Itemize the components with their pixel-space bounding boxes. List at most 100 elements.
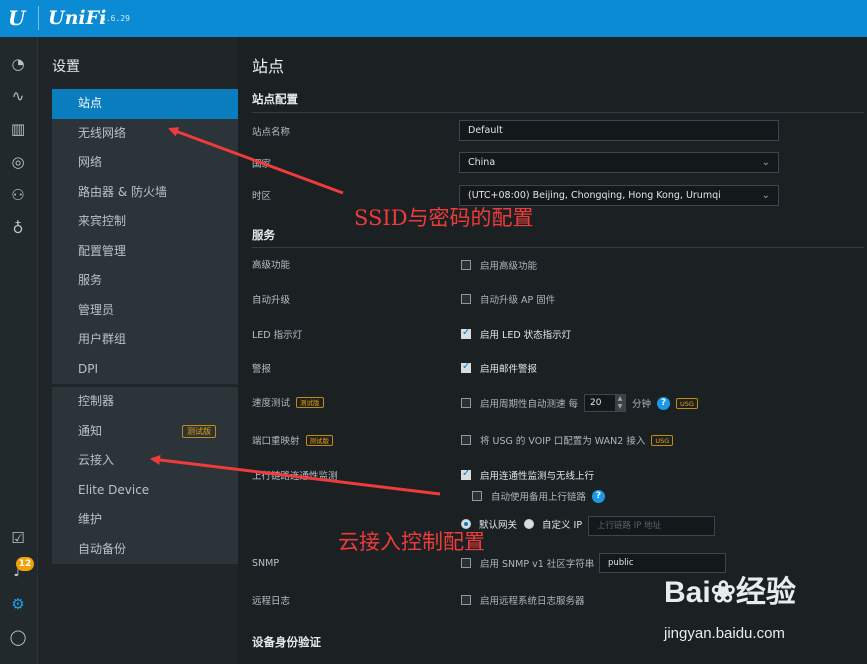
nav-item-notifications[interactable]: 通知 测试版: [52, 417, 238, 447]
nav-item-guest-control[interactable]: 来宾控制: [52, 207, 238, 237]
nav-item-routing-firewall[interactable]: 路由器 & 防火墙: [52, 178, 238, 208]
speedtest-checkbox[interactable]: [461, 398, 471, 408]
help-icon[interactable]: ?: [657, 396, 671, 410]
led-check-label: 启用 LED 状态指示灯: [480, 330, 572, 341]
topbar-divider: [38, 6, 39, 30]
beta-tag: 测试版: [182, 424, 216, 438]
country-value: China: [468, 157, 496, 168]
uplink-ip-input[interactable]: 上行链路 IP 地址: [588, 516, 715, 536]
help-icon[interactable]: ?: [592, 489, 606, 503]
section-title-services: 服务: [252, 228, 275, 242]
beta-tag: 测试版: [296, 396, 324, 408]
nav-item-auto-backup[interactable]: 自动备份: [52, 535, 238, 565]
nav-item-admins[interactable]: 管理员: [52, 296, 238, 326]
unifi-brand: UniFi: [48, 7, 107, 29]
clients-icon[interactable]: ⚇: [7, 184, 29, 206]
syslog-label: 远程日志: [252, 596, 291, 607]
divider: [252, 112, 864, 113]
settings-nav: 设置 站点 无线网络 网络 路由器 & 防火墙 来宾控制 配置管理 服务 管理员…: [38, 37, 246, 664]
insights-icon[interactable]: ♁: [7, 217, 29, 239]
syslog-checkbox[interactable]: [461, 595, 471, 605]
timezone-value: (UTC+08:00) Beijing, Chongqing, Hong Kon…: [468, 190, 721, 201]
usg-tag: USG: [676, 397, 698, 409]
speedtest-interval-value: 20: [590, 398, 602, 408]
speedtest-label-row: 速度测试 测试版: [252, 395, 324, 409]
nav-item-user-groups[interactable]: 用户群组: [52, 325, 238, 355]
nav-item-maintenance[interactable]: 维护: [52, 505, 238, 535]
led-checkbox[interactable]: [461, 327, 471, 339]
speedtest-row: 启用周期性自动测速 每 20 ▲ ▼ 分钟 ? USG: [461, 394, 698, 412]
custom-ip-label: 自定义 IP: [542, 520, 583, 531]
led-label: LED 指示灯: [252, 330, 303, 341]
advanced-label: 高级功能: [252, 260, 291, 271]
paw-icon: ❀: [710, 576, 736, 609]
backup-uplink-check-label: 自动使用备用上行链路: [491, 492, 587, 503]
speedtest-check-label: 启用周期性自动测速 每: [480, 399, 579, 410]
autoupgrade-label: 自动升级: [252, 295, 291, 306]
speedtest-unit: 分钟: [632, 399, 652, 410]
annotation-ssid: SSID与密码的配置: [354, 206, 534, 230]
stepper-arrows-icon[interactable]: ▲ ▼: [615, 395, 626, 411]
chat-icon[interactable]: ◯: [7, 626, 29, 648]
top-bar: U UniFi 5.6.29: [0, 0, 867, 37]
map-icon[interactable]: ▥: [7, 118, 29, 140]
nav-item-profiles[interactable]: 配置管理: [52, 237, 238, 267]
version-label: 5.6.29: [101, 14, 130, 23]
nav-item-elite-device[interactable]: Elite Device: [52, 476, 238, 506]
nav-item-controller[interactable]: 控制器: [52, 387, 238, 417]
nav-item-services[interactable]: 服务: [52, 266, 238, 296]
usg-tag: USG: [651, 434, 674, 446]
country-select[interactable]: China ⌄: [459, 152, 779, 173]
syslog-row: 启用远程系统日志服务器: [461, 593, 585, 607]
speedtest-interval-stepper[interactable]: 20 ▲ ▼: [584, 394, 627, 412]
speedtest-label: 速度测试: [252, 398, 291, 409]
snmp-row: 启用 SNMP v1 社区字符串: [461, 556, 594, 570]
led-row: 启用 LED 状态指示灯: [461, 327, 571, 341]
nav-item-wireless[interactable]: 无线网络: [52, 119, 238, 149]
alert-checkbox[interactable]: [461, 361, 471, 373]
autoupgrade-row: 自动升级 AP 固件: [461, 292, 555, 306]
tasks-icon[interactable]: ☑: [7, 527, 29, 549]
devices-icon[interactable]: ◎: [7, 151, 29, 173]
nav-group-controller: 控制器 通知 测试版 云接入 Elite Device 维护 自动备份: [52, 387, 238, 564]
nav-item-networks[interactable]: 网络: [52, 148, 238, 178]
nav-item-notifications-label: 通知: [78, 423, 103, 438]
icon-rail: ◔ ∿ ▥ ◎ ⚇ ♁ ☑ ♪ 12 ⚙ ◯: [0, 37, 38, 664]
advanced-row: 启用高级功能: [461, 258, 537, 272]
country-label: 国家: [252, 159, 272, 170]
portmap-checkbox[interactable]: [461, 435, 471, 445]
backup-uplink-checkbox[interactable]: [472, 491, 482, 501]
nav-title: 设置: [52, 59, 80, 75]
monitor-label: 上行链路连通性监测: [252, 471, 338, 482]
timezone-label: 时区: [252, 191, 272, 202]
nav-item-dpi[interactable]: DPI: [52, 355, 238, 385]
monitor-checkbox[interactable]: [461, 468, 471, 480]
snmp-checkbox[interactable]: [461, 558, 471, 568]
autoupgrade-check-label: 自动升级 AP 固件: [480, 295, 556, 306]
watermark-brand-cn: 经验: [735, 576, 796, 609]
ubiquiti-logo-icon[interactable]: U: [8, 7, 30, 29]
portmap-label-row: 端口重映射 测试版: [252, 433, 334, 447]
backup-uplink-row: 自动使用备用上行链路 ?: [472, 489, 606, 503]
syslog-check-label: 启用远程系统日志服务器: [480, 596, 585, 607]
autoupgrade-checkbox[interactable]: [461, 294, 471, 304]
settings-icon[interactable]: ⚙: [7, 593, 29, 615]
nav-group-site: 站点 无线网络 网络 路由器 & 防火墙 来宾控制 配置管理 服务 管理员 用户…: [52, 89, 246, 385]
site-name-input[interactable]: Default: [459, 120, 779, 141]
portmap-check-label: 将 USG 的 VOIP 口配置为 WAN2 接入: [480, 436, 646, 447]
annotation-cloud: 云接入控制配置: [338, 530, 485, 554]
statistics-icon[interactable]: ∿: [7, 85, 29, 107]
site-name-label: 站点名称: [252, 127, 291, 138]
custom-ip-radio[interactable]: [524, 519, 535, 529]
section-title-device-auth: 设备身份验证: [252, 635, 321, 649]
dashboard-icon[interactable]: ◔: [7, 53, 29, 75]
monitor-check-label: 启用连通性监测与无线上行: [480, 471, 595, 482]
advanced-checkbox[interactable]: [461, 260, 471, 270]
divider: [252, 247, 864, 248]
nav-item-site[interactable]: 站点: [52, 89, 246, 119]
nav-item-cloud-access[interactable]: 云接入: [52, 446, 238, 476]
watermark-url: jingyan.baidu.com: [664, 625, 785, 642]
snmp-check-label: 启用 SNMP v1 社区字符串: [480, 559, 595, 570]
snmp-label: SNMP: [252, 558, 280, 569]
watermark-brand-text: Bai: [664, 576, 711, 609]
